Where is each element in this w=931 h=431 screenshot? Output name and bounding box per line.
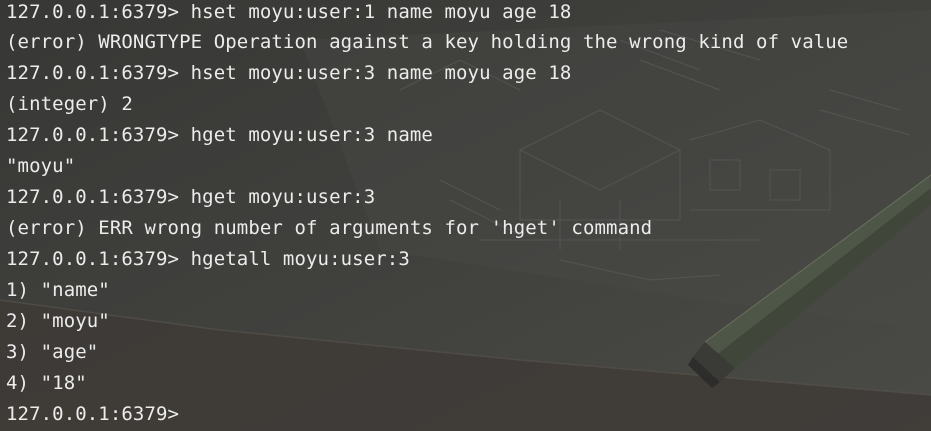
terminal-line-command: 127.0.0.1:6379> hgetall moyu:user:3 — [6, 248, 410, 270]
terminal-line-output: 1) "name" — [6, 279, 110, 301]
terminal-line-output: (integer) 2 — [6, 93, 133, 115]
terminal-line-command: 127.0.0.1:6379> hget moyu:user:3 — [6, 186, 376, 208]
terminal-line-error: (error) ERR wrong number of arguments fo… — [6, 217, 653, 239]
terminal-line-output: 3) "age" — [6, 341, 99, 363]
redis-cli-terminal[interactable]: 127.0.0.1:6379> hset moyu:user:1 name mo… — [0, 0, 931, 431]
terminal-line-output: 4) "18" — [6, 372, 87, 394]
terminal-line-output: 2) "moyu" — [6, 310, 110, 332]
terminal-line-command: 127.0.0.1:6379> hget moyu:user:3 name — [6, 124, 433, 146]
terminal-line-output: "moyu" — [6, 155, 76, 177]
terminal-line-error: (error) WRONGTYPE Operation against a ke… — [6, 31, 849, 53]
terminal-line-command: 127.0.0.1:6379> hset moyu:user:1 name mo… — [6, 1, 572, 23]
terminal-line-command: 127.0.0.1:6379> hset moyu:user:3 name mo… — [6, 62, 572, 84]
terminal-prompt-line[interactable]: 127.0.0.1:6379> — [6, 402, 179, 431]
